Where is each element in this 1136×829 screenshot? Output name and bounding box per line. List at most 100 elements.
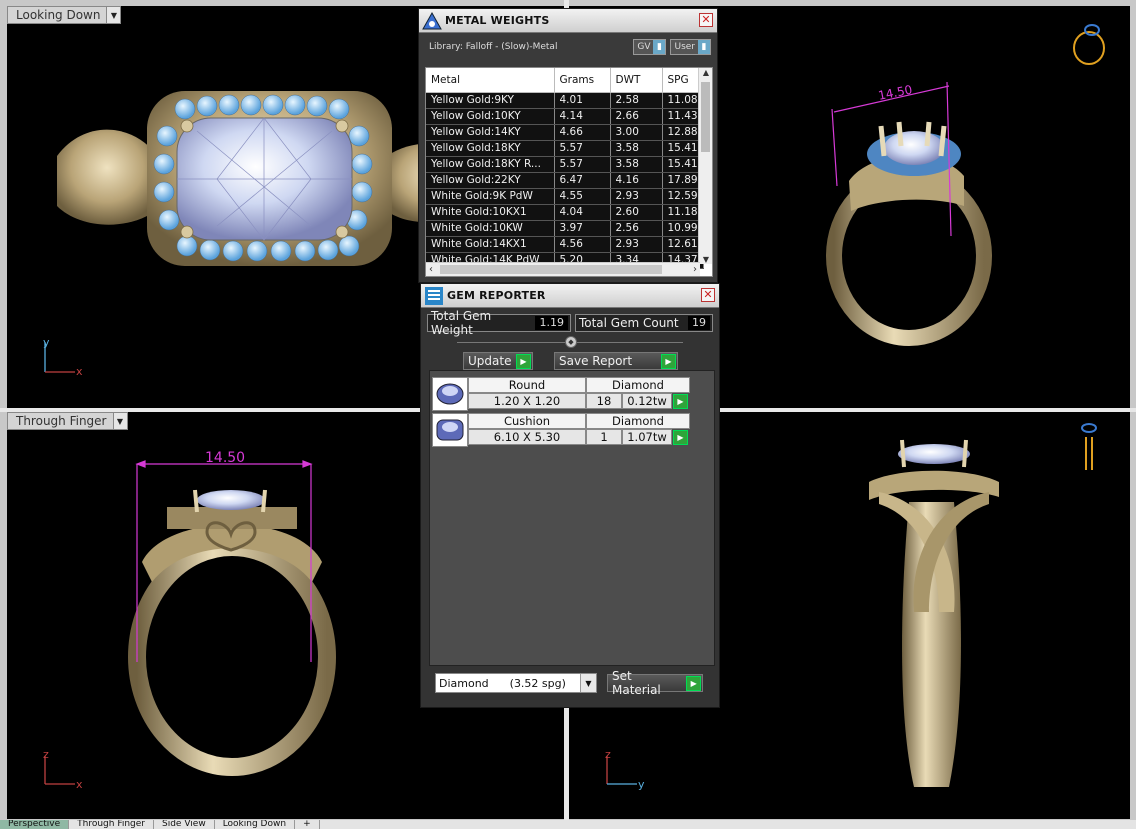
table-row[interactable]: White Gold:10KW 3.97 2.56 10.99 xyxy=(426,220,704,237)
table-cell: Yellow Gold:22KY xyxy=(426,172,555,189)
gem-reporter-titlebar[interactable]: GEM REPORTER ✕ xyxy=(421,284,719,308)
gem-size: 6.10 X 5.30 xyxy=(468,429,586,445)
gv-toggle[interactable]: GV ▮ xyxy=(633,39,667,55)
viewport-label-through-finger[interactable]: Through Finger ▼ xyxy=(7,412,128,430)
axis-indicator: y x xyxy=(43,336,83,378)
user-toggle[interactable]: User ▮ xyxy=(670,39,711,55)
ring-thumbnail-icon xyxy=(1073,24,1105,65)
chevron-up-icon[interactable]: ▲ xyxy=(699,68,712,77)
vertical-scrollbar[interactable]: ▲ ▼ xyxy=(698,68,712,264)
chevron-down-icon[interactable]: ▼ xyxy=(112,413,127,429)
column-header-spg[interactable]: SPG xyxy=(662,68,704,93)
svg-text:z: z xyxy=(43,748,49,761)
table-row[interactable]: Yellow Gold:14KY 4.66 3.00 12.88 xyxy=(426,124,704,141)
close-icon[interactable]: ✕ xyxy=(701,288,715,302)
toggle-icon: ▮ xyxy=(653,40,666,54)
column-header-grams[interactable]: Grams xyxy=(554,68,611,93)
table-row[interactable]: Yellow Gold:22KY 6.47 4.16 17.89 xyxy=(426,172,704,189)
table-cell: 2.93 xyxy=(610,236,663,253)
close-icon[interactable]: ✕ xyxy=(699,13,713,27)
slider-handle[interactable]: ◆ xyxy=(565,336,577,348)
svg-text:z: z xyxy=(605,748,611,761)
save-report-button[interactable]: Save Report ▶ xyxy=(554,352,678,370)
table-row[interactable]: White Gold:10KX1 4.04 2.60 11.18 xyxy=(426,204,704,221)
total-gem-count: Total Gem Count 19 xyxy=(574,314,713,332)
table-cell: 5.57 xyxy=(554,156,611,173)
chevron-down-icon[interactable]: ▼ xyxy=(699,255,712,264)
material-select[interactable]: Diamond (3.52 spg) ▼ xyxy=(435,673,597,693)
table-row[interactable]: Yellow Gold:18KY 5.57 3.58 15.41 xyxy=(426,140,704,157)
table-cell: 2.60 xyxy=(610,204,663,221)
tab-side-view[interactable]: Side View xyxy=(154,820,215,829)
play-icon: ▶ xyxy=(686,675,701,691)
gem-material: Diamond xyxy=(586,413,690,429)
cushion-gem-icon xyxy=(432,413,468,447)
scroll-thumb[interactable] xyxy=(440,265,662,274)
table-cell: 4.66 xyxy=(554,124,611,141)
tab-looking-down[interactable]: Looking Down xyxy=(215,820,296,829)
table-cell: Yellow Gold:10KY xyxy=(426,108,555,125)
table-cell: 5.57 xyxy=(554,140,611,157)
table-cell: 2.58 xyxy=(610,92,663,109)
play-icon[interactable]: ▶ xyxy=(673,430,688,445)
table-cell: 12.88 xyxy=(662,124,704,141)
horizontal-scrollbar[interactable]: ‹ › xyxy=(426,262,700,276)
table-cell: White Gold:10KW xyxy=(426,220,555,237)
table-cell: Yellow Gold:14KY xyxy=(426,124,555,141)
library-label: Library: Falloff - (Slow)-Metal xyxy=(429,42,558,52)
table-cell: 4.04 xyxy=(554,204,611,221)
table-cell: White Gold:14KX1 xyxy=(426,236,555,253)
play-icon[interactable]: ▶ xyxy=(673,394,688,409)
set-material-button[interactable]: Set Material ▶ xyxy=(607,669,703,697)
chevron-left-icon[interactable]: ‹ xyxy=(429,263,433,276)
table-cell: White Gold:10KX1 xyxy=(426,204,555,221)
svg-text:y: y xyxy=(638,778,645,791)
table-row[interactable]: White Gold:14KX1 4.56 2.93 12.61 xyxy=(426,236,704,253)
svg-text:x: x xyxy=(76,778,83,791)
table-cell: 2.66 xyxy=(610,108,663,125)
viewport-label-looking-down[interactable]: Looking Down ▼ xyxy=(7,6,122,24)
gem-size-slider[interactable]: ◆ xyxy=(457,336,683,348)
column-header-metal[interactable]: Metal xyxy=(426,68,555,93)
table-cell: 3.00 xyxy=(610,124,663,141)
round-gem-icon xyxy=(432,377,468,411)
update-button[interactable]: Update ▶ xyxy=(463,352,533,370)
table-cell: 11.43 xyxy=(662,108,704,125)
table-row[interactable]: Yellow Gold:10KY 4.14 2.66 11.43 xyxy=(426,108,704,125)
svg-text:14.50: 14.50 xyxy=(877,83,913,103)
table-row[interactable]: Yellow Gold:18KY R... 5.57 3.58 15.41 xyxy=(426,156,704,173)
chevron-right-icon[interactable]: › xyxy=(693,263,697,276)
table-row[interactable]: Yellow Gold:9KY 4.01 2.58 11.08 xyxy=(426,92,704,109)
tab-add[interactable]: + xyxy=(295,820,320,829)
table-cell: 6.47 xyxy=(554,172,611,189)
svg-text:14.50: 14.50 xyxy=(205,450,245,466)
svg-text:x: x xyxy=(76,365,83,378)
metal-table: Metal Grams DWT SPG Yellow Gold:9KY 4.01 2… xyxy=(425,67,713,277)
gem-weight: 1.07tw xyxy=(622,429,672,445)
tab-perspective[interactable]: Perspective xyxy=(0,820,70,829)
table-row[interactable]: White Gold:9K PdW 4.55 2.93 12.59 xyxy=(426,188,704,205)
gem-size: 1.20 X 1.20 xyxy=(468,393,586,409)
chevron-down-icon[interactable]: ▼ xyxy=(106,7,121,23)
chevron-down-icon[interactable]: ▼ xyxy=(580,674,596,692)
table-cell: Yellow Gold:9KY xyxy=(426,92,555,109)
gem-reporter-title: GEM REPORTER xyxy=(447,289,546,302)
gem-list: Round Diamond 1.20 X 1.20 18 0.12tw ▶ Cu… xyxy=(429,370,715,666)
table-cell: White Gold:9K PdW xyxy=(426,188,555,205)
table-cell: 4.16 xyxy=(610,172,663,189)
table-cell: 4.14 xyxy=(554,108,611,125)
svg-text:y: y xyxy=(43,336,50,349)
gem-item-round[interactable]: Round Diamond 1.20 X 1.20 18 0.12tw ▶ xyxy=(432,377,692,411)
gem-item-cushion[interactable]: Cushion Diamond 6.10 X 5.30 1 1.07tw ▶ xyxy=(432,413,692,447)
table-cell: 17.89 xyxy=(662,172,704,189)
table-cell: 2.93 xyxy=(610,188,663,205)
action-row: Update ▶ Save Report ▶ xyxy=(421,352,719,370)
column-header-dwt[interactable]: DWT xyxy=(610,68,663,93)
tab-through-finger[interactable]: Through Finger xyxy=(69,820,154,829)
toggle-icon: ▮ xyxy=(698,40,710,54)
metal-weights-titlebar[interactable]: METAL WEIGHTS ✕ xyxy=(419,9,717,33)
metal-weights-icon xyxy=(419,10,445,32)
table-cell: 10.99 xyxy=(662,220,704,237)
scroll-thumb[interactable] xyxy=(701,82,710,152)
gem-weight: 0.12tw xyxy=(622,393,672,409)
